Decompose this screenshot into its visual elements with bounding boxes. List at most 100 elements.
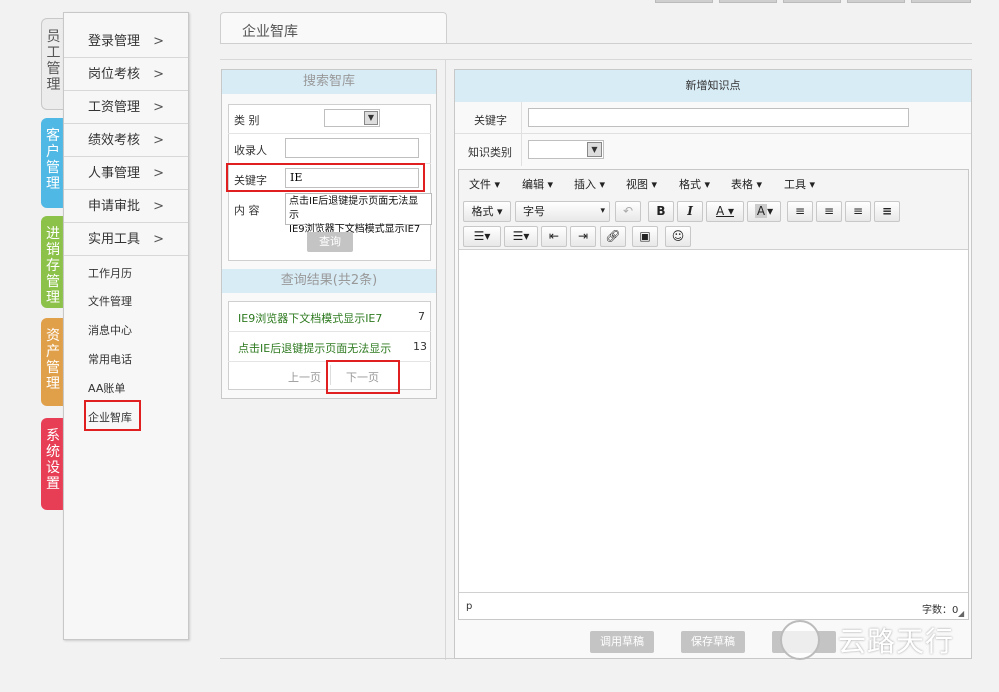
wechat-logo-icon [780, 620, 820, 660]
content-divider [220, 59, 972, 60]
knowledge-category-select[interactable]: ▼ [528, 140, 604, 159]
search-panel: 搜索智库 类 别 ▼ 收录人 关键字 IE 点击IE后退键提示页面无法显示 IE… [221, 69, 437, 399]
menu-label: 实用工具 [88, 232, 141, 247]
menu-item-login[interactable]: 登录管理 > [64, 25, 188, 58]
resize-handle-icon[interactable]: ◢ [958, 609, 964, 618]
page-title-tab: 企业智库 [220, 12, 447, 44]
chevron-right-icon: > [153, 34, 164, 49]
dropdown-arrow-icon: ▼ [364, 111, 378, 125]
submenu-calendar[interactable]: 工作月历 [88, 265, 132, 281]
menu-item-tools[interactable]: 实用工具 > [64, 223, 188, 256]
load-draft-button[interactable]: 调用草稿 [590, 631, 654, 653]
highlight-box [84, 400, 141, 431]
menu-item-salary[interactable]: 工资管理 > [64, 91, 188, 124]
top-button-4[interactable] [847, 0, 905, 3]
menu-item-performance[interactable]: 绩效考核 > [64, 124, 188, 157]
fontsize-dropdown[interactable]: 字号 ▾ [515, 201, 610, 222]
chevron-right-icon: > [153, 166, 164, 181]
editor-keyword-input[interactable] [528, 108, 909, 127]
suggestion-item[interactable]: 点击IE后退键提示页面无法显示 [289, 195, 428, 223]
emoticon-icon[interactable]: ☺ [665, 226, 691, 247]
editor-keyword-label: 关键字 [474, 114, 507, 127]
chevron-right-icon: > [153, 67, 164, 82]
save-draft-button[interactable]: 保存草稿 [681, 631, 745, 653]
knowledge-category-label: 知识类别 [468, 146, 512, 159]
column-divider [445, 60, 446, 660]
title-divider [220, 43, 972, 44]
link-icon[interactable]: 🔗︎ [600, 226, 626, 247]
tab-label: 资产管理 [46, 328, 60, 392]
submenu-phones[interactable]: 常用电话 [88, 351, 132, 367]
menu-label: 工资管理 [88, 100, 141, 115]
outdent-icon[interactable]: ⇤ [541, 226, 567, 247]
format-dropdown[interactable]: 格式 ▾ [463, 201, 511, 222]
result-count: 13 [413, 340, 427, 353]
word-count: 字数：0 [922, 605, 959, 616]
top-button-3[interactable] [783, 0, 841, 3]
menubar-view[interactable]: 视图 ▾ [626, 176, 657, 192]
menubar-format[interactable]: 格式 ▾ [679, 176, 710, 192]
row-divider [228, 331, 431, 332]
bold-icon[interactable]: B [648, 201, 674, 222]
tab-customer-management[interactable]: 客户管理 [41, 118, 65, 208]
chevron-right-icon: > [153, 232, 164, 247]
collector-input[interactable] [285, 138, 419, 158]
menubar-edit[interactable]: 编辑 ▾ [522, 176, 553, 192]
row-divider [228, 133, 431, 134]
indent-icon[interactable]: ⇥ [570, 226, 596, 247]
menu-item-approval[interactable]: 申请审批 > [64, 190, 188, 223]
text-color-icon[interactable]: A ▾ [706, 201, 744, 222]
tab-label: 客户管理 [46, 128, 60, 192]
menu-item-post-assessment[interactable]: 岗位考核 > [64, 58, 188, 91]
italic-icon[interactable]: I [677, 201, 703, 222]
chevron-right-icon: > [153, 133, 164, 148]
tab-inventory-management[interactable]: 进销存管理 [41, 216, 65, 308]
top-button-2[interactable] [719, 0, 777, 3]
menubar-file[interactable]: 文件 ▾ [469, 176, 500, 192]
results-header: 查询结果(共2条) [222, 269, 436, 293]
align-left-icon[interactable]: ≡ [787, 201, 813, 222]
content-label: 内 容 [234, 204, 260, 217]
result-link[interactable]: 点击IE后退键提示页面无法显示 [238, 340, 391, 356]
submenu-files[interactable]: 文件管理 [88, 293, 132, 309]
menubar-insert[interactable]: 插入 ▾ [574, 176, 605, 192]
submenu-messages[interactable]: 消息中心 [88, 322, 132, 338]
tab-label: 系统设置 [46, 428, 60, 492]
tab-asset-management[interactable]: 资产管理 [41, 318, 65, 406]
submenu-aa-bill[interactable]: AA账单 [88, 380, 125, 396]
menubar-table[interactable]: 表格 ▾ [731, 176, 762, 192]
align-justify-icon[interactable]: ≡ [874, 201, 900, 222]
highlight-box [326, 360, 400, 394]
tab-system-settings[interactable]: 系统设置 [41, 418, 65, 510]
result-link[interactable]: IE9浏览器下文档模式显示IE7 [238, 310, 382, 326]
editor-statusbar [459, 592, 968, 619]
image-icon[interactable]: ▣ [632, 226, 658, 247]
tab-label: 员工管理 [46, 29, 61, 93]
menu-item-hr[interactable]: 人事管理 > [64, 157, 188, 190]
category-select[interactable]: ▼ [324, 109, 380, 127]
row-divider [521, 102, 522, 166]
page-title: 企业智库 [242, 24, 298, 40]
align-right-icon[interactable]: ≡ [845, 201, 871, 222]
collector-label: 收录人 [234, 144, 267, 157]
bullet-list-icon[interactable]: ☰▾ [463, 226, 501, 247]
left-menu: 登录管理 > 岗位考核 > 工资管理 > 绩效考核 > 人事管理 > 申请审批 > 实用工具… [63, 12, 189, 640]
menu-label: 申请审批 [88, 199, 141, 214]
prev-page-link[interactable]: 上一页 [288, 369, 321, 385]
query-button[interactable]: 查询 [307, 232, 353, 252]
align-center-icon[interactable]: ≡ [816, 201, 842, 222]
chevron-right-icon: > [153, 100, 164, 115]
top-button-5[interactable] [911, 0, 971, 3]
background-color-icon[interactable]: A ▾ [747, 201, 781, 222]
autocomplete-dropdown: 点击IE后退键提示页面无法显示 IE9浏览器下文档模式显示IE7 [285, 193, 432, 235]
numbered-list-icon[interactable]: ☰▾ [504, 226, 538, 247]
undo-icon[interactable]: ↶ [615, 201, 641, 222]
dropdown-arrow-icon: ▼ [587, 142, 602, 157]
editor-content-area[interactable] [459, 250, 968, 591]
menubar-tools[interactable]: 工具 ▾ [784, 176, 815, 192]
menu-label: 绩效考核 [88, 133, 141, 148]
top-button-1[interactable] [655, 0, 713, 3]
category-label: 类 别 [234, 114, 260, 127]
menu-label: 岗位考核 [88, 67, 141, 82]
tab-employee-management[interactable]: 员工管理 [41, 18, 65, 110]
